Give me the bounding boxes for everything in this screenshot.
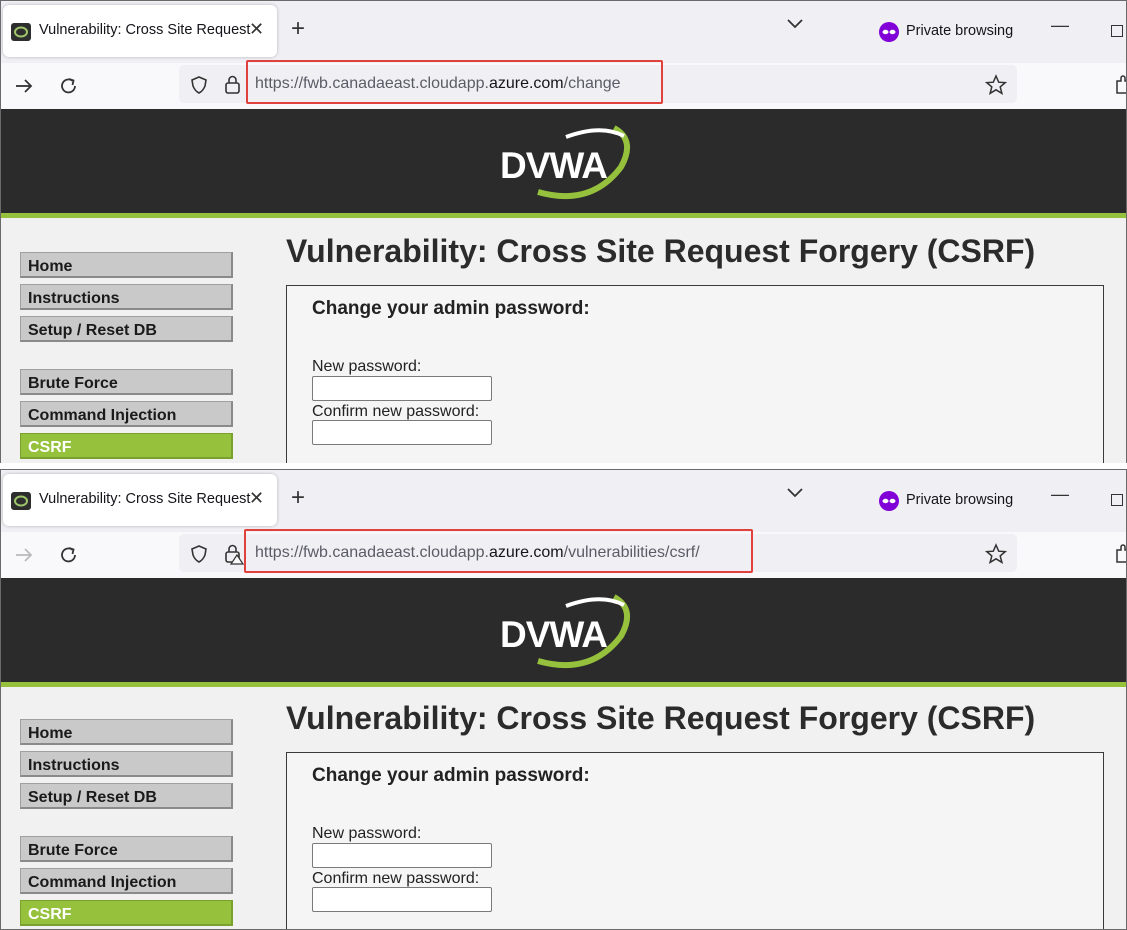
page-title: Vulnerability: Cross Site Request Forger… [286, 700, 1036, 736]
navigation-bar: https://fwb.canadaeast.cloudapp.azure.co… [1, 60, 1126, 109]
chevron-down-icon[interactable] [785, 17, 805, 36]
favicon-icon [11, 23, 31, 41]
extension-icon[interactable] [1115, 75, 1126, 100]
arrow-right-icon[interactable] [13, 544, 35, 571]
shield-icon[interactable] [189, 544, 209, 569]
tab-title: Vulnerability: Cross Site Request Forger… [39, 491, 251, 507]
private-browsing-indicator: Private browsing [878, 490, 1013, 512]
menu-command-injection[interactable]: Command Injection [20, 401, 233, 427]
dvwa-logo-text: DVWA [500, 145, 608, 186]
url-text[interactable]: https://fwb.canadaeast.cloudapp.azure.co… [255, 544, 700, 562]
dvwa-logo: DVWA [496, 122, 636, 202]
dvwa-header: DVWA [1, 578, 1126, 682]
private-browsing-label: Private browsing [906, 492, 1014, 508]
form-heading: Change your admin password: [312, 298, 590, 319]
menu-home[interactable]: Home [20, 719, 233, 745]
url-bar[interactable]: https://fwb.canadaeast.cloudapp.azure.co… [179, 60, 1017, 104]
tab-strip: Vulnerability: Cross Site Request Forger… [1, 1, 1126, 63]
maximize-icon[interactable] [1111, 494, 1123, 506]
dvwa-logo: DVWA [496, 591, 636, 671]
header-divider [1, 213, 1126, 218]
menu-setup-reset-db[interactable]: Setup / Reset DB [20, 783, 233, 809]
password-form: Change your admin password: New password… [286, 285, 1104, 463]
plus-icon[interactable]: + [291, 15, 305, 43]
menu-home[interactable]: Home [20, 252, 233, 278]
tab-title: Vulnerability: Cross Site Request Forger… [39, 22, 251, 38]
menu-setup-reset-db[interactable]: Setup / Reset DB [20, 316, 233, 342]
private-browsing-indicator: Private browsing [878, 21, 1013, 43]
menu-instructions[interactable]: Instructions [20, 284, 233, 310]
dvwa-logo-text: DVWA [500, 614, 608, 655]
url-bar[interactable]: https://fwb.canadaeast.cloudapp.azure.co… [179, 529, 1017, 573]
private-mask-icon [878, 22, 900, 47]
url-text[interactable]: https://fwb.canadaeast.cloudapp.azure.co… [255, 75, 621, 93]
confirm-password-input[interactable] [312, 887, 492, 912]
confirm-password-input[interactable] [312, 420, 492, 445]
form-heading: Change your admin password: [312, 765, 590, 786]
reload-icon[interactable] [58, 544, 80, 571]
browser-window-top: Vulnerability: Cross Site Request Forger… [0, 0, 1127, 463]
close-icon[interactable]: ✕ [249, 19, 264, 40]
menu-brute-force[interactable]: Brute Force [20, 836, 233, 862]
private-browsing-label: Private browsing [906, 23, 1014, 39]
star-icon[interactable] [984, 543, 1008, 570]
new-password-label: New password: [312, 358, 422, 375]
new-password-input[interactable] [312, 843, 492, 868]
reload-icon[interactable] [58, 75, 80, 102]
navigation-bar: https://fwb.canadaeast.cloudapp.azure.co… [1, 529, 1126, 578]
confirm-password-label: Confirm new password: [312, 403, 480, 420]
shield-icon[interactable] [189, 75, 209, 100]
menu-csrf[interactable]: CSRF [20, 900, 233, 926]
dvwa-header: DVWA [1, 109, 1126, 213]
favicon-icon [11, 492, 31, 510]
tab-active[interactable]: Vulnerability: Cross Site Request Forger… [3, 5, 277, 57]
password-form: Change your admin password: New password… [286, 752, 1104, 929]
new-password-input[interactable] [312, 376, 492, 401]
arrow-right-icon[interactable] [13, 75, 35, 102]
close-icon[interactable]: ✕ [249, 488, 264, 509]
menu-csrf[interactable]: CSRF [20, 433, 233, 459]
tab-strip: Vulnerability: Cross Site Request Forger… [1, 470, 1126, 532]
minimize-icon[interactable]: — [1051, 484, 1069, 505]
extension-icon[interactable] [1115, 544, 1126, 569]
minimize-icon[interactable]: — [1051, 15, 1069, 36]
confirm-password-label: Confirm new password: [312, 870, 480, 887]
menu-instructions[interactable]: Instructions [20, 751, 233, 777]
menu-command-injection[interactable]: Command Injection [20, 868, 233, 894]
new-password-label: New password: [312, 825, 422, 842]
tab-active[interactable]: Vulnerability: Cross Site Request Forger… [3, 474, 277, 526]
maximize-icon[interactable] [1111, 25, 1123, 37]
star-icon[interactable] [984, 74, 1008, 101]
plus-icon[interactable]: + [291, 484, 305, 512]
header-divider [1, 682, 1126, 687]
private-mask-icon [878, 491, 900, 516]
lock-icon[interactable] [223, 543, 245, 570]
chevron-down-icon[interactable] [785, 486, 805, 505]
lock-icon[interactable] [223, 74, 243, 101]
page-title: Vulnerability: Cross Site Request Forger… [286, 233, 1036, 269]
browser-window-bottom: Vulnerability: Cross Site Request Forger… [0, 469, 1127, 930]
menu-brute-force[interactable]: Brute Force [20, 369, 233, 395]
